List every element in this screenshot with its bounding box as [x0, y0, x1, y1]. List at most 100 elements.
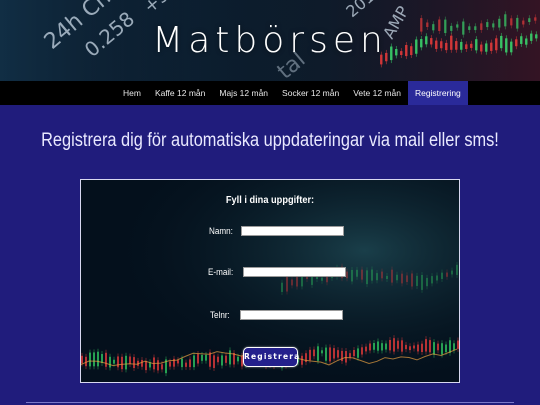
candle-body — [229, 350, 231, 365]
candle-body — [325, 347, 327, 361]
candle-body — [397, 340, 399, 349]
candle-body — [201, 354, 203, 361]
page-heading: Registrera dig för automatiska uppdateri… — [41, 130, 499, 151]
candle-body — [421, 275, 423, 290]
candle-body — [446, 272, 448, 277]
candle-body — [237, 356, 239, 362]
nav-item-vete[interactable]: Vete 12 mån — [346, 81, 408, 105]
candle-body — [411, 273, 413, 287]
candle-body — [437, 343, 439, 351]
candle-body — [189, 359, 191, 368]
candle-body — [409, 346, 411, 351]
candle-body — [391, 269, 393, 283]
candle-body — [401, 273, 403, 284]
candle-body — [356, 269, 358, 277]
candle-body — [145, 360, 147, 371]
candle-body — [205, 354, 207, 361]
candle-body — [291, 279, 293, 286]
candle-body — [93, 352, 95, 367]
candle-body — [121, 356, 123, 370]
email-label: E-mail: — [208, 267, 234, 277]
candle-body — [429, 340, 431, 353]
candle-body — [213, 355, 215, 368]
candle-body — [185, 362, 187, 367]
candle-body — [197, 354, 199, 364]
candle-body — [385, 343, 387, 350]
candle-body — [133, 357, 135, 369]
candle-body — [441, 343, 443, 355]
candle-body — [321, 277, 323, 281]
candle-body — [141, 359, 143, 367]
candle-body — [349, 353, 351, 358]
candle-body — [345, 351, 347, 363]
candle-body — [433, 342, 435, 355]
candle-body — [181, 358, 183, 368]
candle-body — [313, 349, 315, 357]
candle-body — [321, 350, 323, 354]
candle-body — [449, 340, 451, 353]
phone-input[interactable] — [240, 310, 343, 320]
candle-body — [169, 361, 171, 367]
candle-body — [225, 355, 227, 363]
candle-body — [97, 351, 99, 367]
candle-body — [393, 338, 395, 352]
candle-body — [317, 346, 319, 361]
register-button[interactable]: Registrera — [243, 347, 299, 367]
candle-body — [457, 340, 459, 349]
candle-body — [309, 349, 311, 361]
candle-body — [366, 270, 368, 285]
candle-body — [281, 282, 283, 292]
candle-body — [426, 277, 428, 287]
candle-body — [177, 360, 179, 364]
candle-body — [81, 355, 83, 364]
candle-body — [125, 355, 127, 370]
candle-body — [416, 275, 418, 286]
nav-menu: Hem Kaffe 12 mån Majs 12 mån Socker 12 m… — [116, 81, 468, 105]
candle-body — [117, 356, 119, 368]
nav-item-registrering[interactable]: Registrering — [407, 81, 468, 105]
candle-body — [105, 352, 107, 367]
candle-body — [361, 347, 363, 355]
candle-body — [417, 344, 419, 352]
candle-body — [453, 343, 455, 351]
nav-item-kaffe[interactable]: Kaffe 12 mån — [148, 81, 212, 105]
candle-body — [413, 345, 415, 349]
nav-item-majs[interactable]: Majs 12 mån — [212, 81, 275, 105]
candle-body — [109, 356, 111, 368]
candle-body — [405, 344, 407, 350]
candle-body — [157, 360, 159, 371]
nav-item-hem[interactable]: Hem — [116, 81, 148, 105]
candle-body — [369, 343, 371, 351]
form-title: Fyll i dina uppgifter: — [225, 194, 315, 206]
candle-body — [351, 269, 353, 282]
name-label: Namn: — [209, 226, 233, 236]
candle-body — [365, 346, 367, 352]
candle-body — [381, 343, 383, 351]
candle-body — [333, 348, 335, 359]
candle-body — [381, 271, 383, 279]
candle-body — [445, 344, 447, 353]
candle-body — [346, 271, 348, 279]
candle-body — [113, 359, 115, 364]
candle-body — [89, 352, 91, 367]
email-input[interactable] — [243, 267, 346, 277]
candle-body — [221, 355, 223, 366]
site-title[interactable]: Matbörsen — [0, 17, 540, 65]
candle-body — [129, 356, 131, 364]
page: 24h Ch 0.258 +5. tal AMP 201 Matbörsen H… — [0, 0, 540, 405]
candle-body — [456, 264, 458, 275]
candle-body — [161, 364, 163, 370]
candle-body — [353, 349, 355, 357]
header-banner: 24h Ch 0.258 +5. tal AMP 201 Matbörsen — [0, 0, 540, 81]
candle-body — [371, 269, 373, 281]
candle-body — [425, 339, 427, 352]
candle-body — [377, 341, 379, 351]
candle-body — [101, 353, 103, 363]
name-input[interactable] — [241, 226, 344, 236]
candle-body — [301, 355, 303, 365]
candle-body — [421, 343, 423, 353]
nav-item-socker[interactable]: Socker 12 mån — [275, 81, 346, 105]
candle-body — [376, 273, 378, 281]
candle-body — [357, 348, 359, 358]
candle-body — [217, 356, 219, 363]
